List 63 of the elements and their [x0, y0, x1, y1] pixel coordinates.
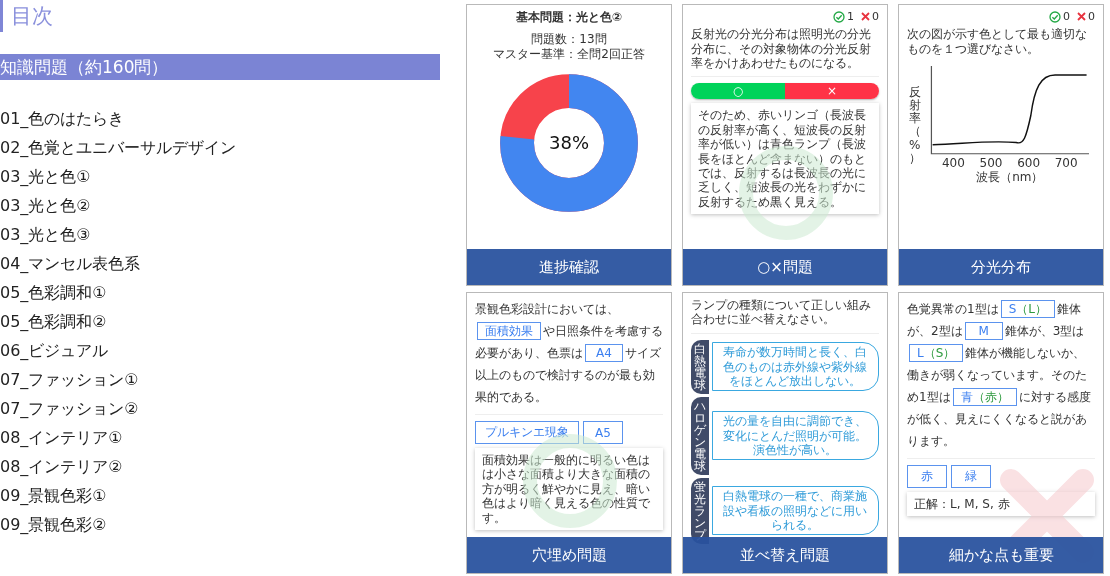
axis-tick-label: 400	[941, 155, 965, 171]
explanation-text: 面積効果は一般的に明るい色はは小さな面積より大きな面積の方が明るく鮮やかに見え、暗い色はより暗く見える色の性質です。	[482, 453, 650, 525]
question-text: 色覚異常の1型は S（L） 錐体が、2型は M 錐体が、3型は L（S） 錐体が機能しないか、働きが弱くなっています。そのため1型は 青（赤） に対する感度が低く、見えにくくなると説があります。	[907, 299, 1092, 450]
check-circle-icon	[833, 10, 845, 23]
option-button[interactable]: 赤	[907, 465, 947, 488]
answer-blank[interactable]: M	[964, 322, 1003, 340]
answer-blank[interactable]: 青（赤）	[952, 388, 1017, 406]
topic-link[interactable]: 03_光と色①	[0, 167, 91, 186]
topic-link[interactable]: 01_色のはたらき	[0, 109, 125, 128]
answer-button[interactable]: ×	[785, 83, 879, 100]
category-label: 蛍光ランプ	[691, 477, 709, 544]
topic-link[interactable]: 06_ビジュアル	[0, 341, 109, 360]
topic-link[interactable]: 02_色覚とユニバーサルデザイン	[0, 138, 237, 157]
topic-link[interactable]: 09_景観色彩②	[0, 515, 107, 534]
category-label: ハロゲン電球	[691, 396, 709, 475]
wrong-count: 0	[1088, 10, 1095, 24]
quiz-info: マスター基準：全問2回正答	[492, 46, 646, 62]
axis-title: 反射率（%）	[907, 85, 922, 165]
caption-text: 分光分布	[971, 258, 1031, 276]
topic-link[interactable]: 07_ファッション②	[0, 399, 139, 418]
axis-tick-label: 600	[1017, 155, 1041, 171]
quiz-title: 基本問題：光と色②	[514, 10, 624, 25]
caption-text: 進捗確認	[539, 258, 599, 276]
answer-blank[interactable]: A4	[585, 344, 623, 362]
cross-icon	[1077, 12, 1086, 22]
correct-count: 1	[847, 10, 854, 24]
topic-link[interactable]: 04_マンセル表色系	[0, 254, 141, 273]
topic-link[interactable]: 09_景観色彩①	[0, 486, 107, 505]
axis-title: 波長（nm）	[976, 170, 1044, 185]
topic-link[interactable]: 05_色彩調和②	[0, 312, 107, 331]
option-button[interactable]: 緑	[951, 465, 991, 488]
check-circle-icon	[1049, 10, 1061, 23]
section-header: 知識問題（約160問）	[0, 54, 440, 80]
cross-icon	[861, 12, 870, 22]
progress-percent: 38%	[549, 132, 589, 154]
topic-link[interactable]: 03_光と色②	[0, 196, 91, 215]
caption-text: ○×問題	[757, 258, 813, 276]
correct-count: 0	[1063, 10, 1070, 24]
topic-link[interactable]: 08_インテリア②	[0, 457, 123, 476]
question-text: ランプの種類について正しい組み合わせに並べ替えなさい。	[691, 298, 872, 327]
category-label: 白熱電球	[691, 339, 709, 394]
answer-blank[interactable]: 面積効果	[477, 322, 541, 340]
topic-link[interactable]: 05_色彩調和①	[0, 283, 107, 302]
answer-text: 正解：L, M, S, 赤	[914, 497, 1010, 511]
explanation-text: そのため、赤いリンゴ（長波長の反射率が高く、短波長の反射率が低い）は青色ランプ（長波長をほとんど含まない）のもとでは、反射するは長波長の光に乏しく、短波長の光をわずかに反射するため黒く見える。	[698, 108, 866, 209]
topic-link[interactable]: 03_光と色③	[0, 225, 91, 244]
caption-text: 穴埋め問題	[531, 546, 607, 564]
topic-link[interactable]: 08_インテリア①	[0, 428, 123, 447]
answer-blank[interactable]: S（L）	[1000, 300, 1055, 318]
option-button[interactable]: プルキンエ現象	[475, 421, 579, 444]
question-text: 次の図が示す色として最も適切なものを１つ選びなさい。	[907, 27, 1088, 56]
question-text: 景観色彩設計においては、 面積効果 や日照条件を考慮する必要があり、色票は A4 サイズ以上のもので検討するのが最も効果的である。	[475, 301, 663, 406]
axis-tick-label: 700	[1054, 155, 1078, 171]
quiz-info: 問題数：13問	[530, 32, 608, 47]
wrong-count: 0	[872, 10, 879, 24]
option-button[interactable]: A5	[583, 421, 623, 444]
caption-text: 並べ替え問題	[740, 546, 830, 564]
page-title: 目次	[0, 0, 53, 32]
answer-blank[interactable]: L（S）	[909, 344, 964, 362]
question-text: 反射光の分光分布は照明光の分光分布に、その対象物体の分光反射率をかけあわせたものになる。	[691, 27, 872, 71]
axis-tick-label: 500	[979, 155, 1003, 171]
caption-text: 細かな点も重要	[948, 546, 1054, 564]
topic-link[interactable]: 07_ファッション①	[0, 370, 139, 389]
